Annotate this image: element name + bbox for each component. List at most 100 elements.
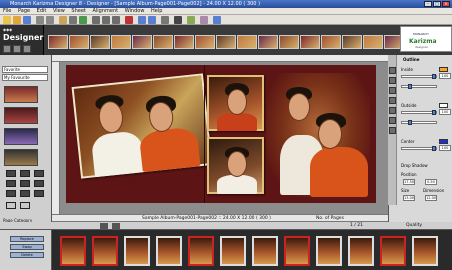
template-strip-thumb[interactable] xyxy=(300,35,320,49)
tool-button[interactable] xyxy=(20,180,30,187)
template-strip-thumb[interactable] xyxy=(321,35,341,49)
outline-icon[interactable] xyxy=(389,67,396,74)
template-strip-thumb[interactable] xyxy=(279,35,299,49)
redo-icon[interactable] xyxy=(46,16,54,24)
template-strip-thumb[interactable] xyxy=(48,35,68,49)
width-input[interactable]: 13.00 xyxy=(403,195,415,201)
move-icon[interactable] xyxy=(174,16,182,24)
category-select[interactable]: Favorite xyxy=(2,66,48,73)
open-icon[interactable] xyxy=(13,16,21,24)
menu-window[interactable]: Window xyxy=(125,8,145,14)
template-strip-thumb[interactable] xyxy=(111,35,131,49)
template-strip-thumb[interactable] xyxy=(342,35,362,49)
minimize-button[interactable]: – xyxy=(424,1,432,7)
photo-thumb[interactable] xyxy=(348,236,374,266)
align-center-icon[interactable] xyxy=(102,16,110,24)
photo-thumb[interactable] xyxy=(60,236,86,266)
tool-button[interactable] xyxy=(6,180,16,187)
x-input[interactable]: 17.50 xyxy=(403,179,415,185)
photo-thumb[interactable] xyxy=(188,236,214,266)
photo-icon[interactable] xyxy=(59,16,67,24)
menu-view[interactable]: View xyxy=(53,8,65,14)
align-left-icon[interactable] xyxy=(92,16,100,24)
print-icon[interactable] xyxy=(213,16,221,24)
photo-thumb[interactable] xyxy=(252,236,278,266)
outside-color-swatch[interactable] xyxy=(439,103,448,108)
slider-knob[interactable] xyxy=(408,84,412,89)
height-input[interactable]: 12.00 xyxy=(425,195,437,201)
outside-width-slider[interactable] xyxy=(401,120,437,125)
photo-thumb[interactable] xyxy=(412,236,438,266)
album-button[interactable] xyxy=(3,45,11,53)
text-icon[interactable] xyxy=(69,16,77,24)
undo-icon[interactable] xyxy=(36,16,44,24)
save-icon[interactable] xyxy=(23,16,31,24)
photo-thumb[interactable] xyxy=(92,236,118,266)
menu-help[interactable]: Help xyxy=(151,8,162,14)
delete-button[interactable]: Delete xyxy=(10,252,44,258)
template-strip-thumb[interactable] xyxy=(258,35,278,49)
new-icon[interactable] xyxy=(3,16,11,24)
effects-icon[interactable] xyxy=(200,16,208,24)
tool-button[interactable] xyxy=(34,180,44,187)
photo-thumb[interactable] xyxy=(380,236,406,266)
template-strip-thumb[interactable] xyxy=(153,35,173,49)
delete-icon[interactable] xyxy=(125,16,133,24)
template-thumb[interactable] xyxy=(4,128,38,145)
align-right-icon[interactable] xyxy=(112,16,120,24)
slider-knob[interactable] xyxy=(432,146,436,151)
slider-knob[interactable] xyxy=(408,120,412,125)
album-spread[interactable] xyxy=(66,65,376,203)
tool-button[interactable] xyxy=(6,170,16,177)
template-thumb[interactable] xyxy=(4,107,38,124)
maximize-button[interactable]: □ xyxy=(433,1,441,7)
blend-icon[interactable] xyxy=(389,97,396,104)
photo-thumb[interactable] xyxy=(284,236,310,266)
mask-icon[interactable] xyxy=(389,87,396,94)
template-strip-thumb[interactable] xyxy=(216,35,236,49)
center-color-swatch[interactable] xyxy=(439,139,448,144)
tool-button[interactable] xyxy=(34,170,44,177)
next-page-icon[interactable] xyxy=(112,223,120,229)
prev-page-icon[interactable] xyxy=(100,223,108,229)
template-strip-thumb[interactable] xyxy=(132,35,152,49)
shadow-icon[interactable] xyxy=(389,77,396,84)
menu-page[interactable]: Page xyxy=(18,8,30,14)
album-select[interactable]: My Favourite xyxy=(2,74,48,81)
slider-knob[interactable] xyxy=(432,74,436,79)
inside-width-slider[interactable] xyxy=(401,84,437,89)
tool-button[interactable] xyxy=(20,202,30,209)
photo-thumb[interactable] xyxy=(156,236,182,266)
template-strip-thumb[interactable] xyxy=(195,35,215,49)
zoom-out-icon[interactable] xyxy=(148,16,156,24)
replace-button[interactable]: Replace xyxy=(10,236,44,242)
layer-icon[interactable] xyxy=(187,16,195,24)
template-strip-thumb[interactable] xyxy=(69,35,89,49)
outside-opacity-slider[interactable] xyxy=(401,110,437,115)
template-strip-thumb[interactable] xyxy=(237,35,257,49)
zoom-in-icon[interactable] xyxy=(138,16,146,24)
menu-alignment[interactable]: Alignment xyxy=(92,8,118,14)
effect-icon[interactable] xyxy=(389,127,396,134)
template-strip-thumb[interactable] xyxy=(90,35,110,49)
photo-thumb[interactable] xyxy=(124,236,150,266)
tool-button[interactable] xyxy=(6,190,16,197)
tool-button[interactable] xyxy=(6,202,16,209)
photo-thumb[interactable] xyxy=(220,236,246,266)
groom-portrait[interactable] xyxy=(207,137,264,194)
crop-icon[interactable] xyxy=(79,16,87,24)
swap-button[interactable]: Swap xyxy=(10,244,44,250)
template-thumb[interactable] xyxy=(4,86,38,103)
inside-opacity-input[interactable]: 100 xyxy=(439,73,451,79)
y-input[interactable]: 0.50 xyxy=(425,179,437,185)
menu-sheet[interactable]: Sheet xyxy=(71,8,85,14)
slider-knob[interactable] xyxy=(432,110,436,115)
template-thumb[interactable] xyxy=(4,149,38,166)
tool-button[interactable] xyxy=(34,190,44,197)
center-opacity-slider[interactable] xyxy=(401,146,437,151)
color-icon[interactable] xyxy=(389,107,396,114)
menu-file[interactable]: File xyxy=(3,8,11,14)
menu-edit[interactable]: Edit xyxy=(37,8,47,14)
outside-opacity-input[interactable]: 100 xyxy=(439,109,451,115)
grid-icon[interactable] xyxy=(161,16,169,24)
